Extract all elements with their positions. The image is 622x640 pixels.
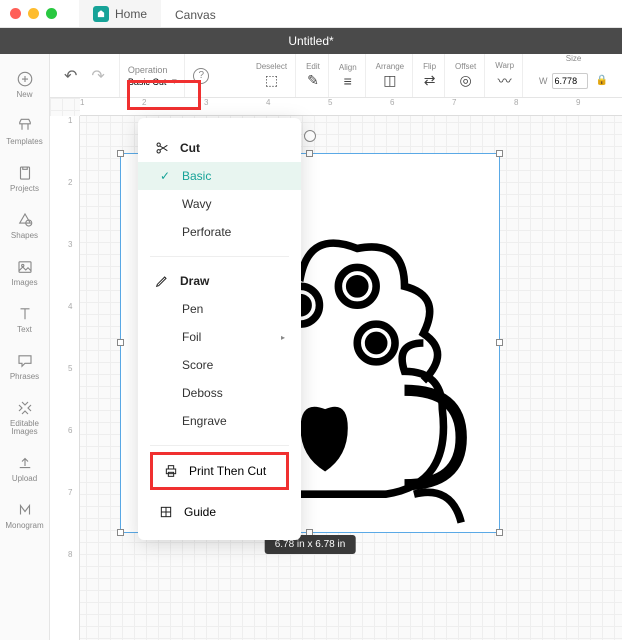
maximize-window-button[interactable]: [46, 8, 57, 19]
flip-icon: ⇄: [424, 72, 436, 89]
size-control: Size W 🔒: [525, 54, 622, 97]
resize-handle-mr[interactable]: [496, 339, 503, 346]
align-button[interactable]: Align ≡: [331, 54, 366, 97]
operation-label: Operation: [128, 65, 178, 75]
main-toolbar: ↶ ↷ Operation Basic Cut▼ ? Deselect ⬚ Ed…: [0, 54, 622, 98]
undo-button[interactable]: ↶: [64, 66, 77, 86]
arrange-button[interactable]: Arrange ◫: [368, 54, 413, 97]
size-w-label: W: [539, 76, 548, 86]
dd-item-guide[interactable]: Guide: [138, 496, 301, 528]
dd-draw-header: Draw: [138, 267, 301, 295]
resize-handle-tr[interactable]: [496, 150, 503, 157]
printer-icon: [163, 463, 179, 479]
dd-item-pen[interactable]: Pen: [138, 295, 301, 323]
sidebar-text[interactable]: Text: [0, 297, 49, 342]
tab-home-label: Home: [115, 7, 147, 21]
tab-home[interactable]: Home: [79, 0, 161, 27]
document-title-bar: Untitled*: [0, 28, 622, 54]
warp-button[interactable]: Warp 〰: [487, 54, 523, 97]
sidebar-shapes[interactable]: Shapes: [0, 203, 49, 248]
sidebar-projects[interactable]: Projects: [0, 156, 49, 201]
resize-handle-tm[interactable]: [306, 150, 313, 157]
close-window-button[interactable]: [10, 8, 21, 19]
operation-value: Basic Cut: [128, 77, 167, 87]
flip-button[interactable]: Flip ⇄: [415, 54, 445, 97]
document-title: Untitled*: [288, 34, 333, 48]
dd-item-deboss[interactable]: Deboss: [138, 379, 301, 407]
deselect-button[interactable]: Deselect ⬚: [248, 54, 296, 97]
dd-item-engrave[interactable]: Engrave: [138, 407, 301, 435]
divider: [150, 256, 289, 257]
scissors-icon: [154, 140, 170, 156]
window-titlebar: Home Canvas: [0, 0, 622, 28]
dd-item-print-then-cut[interactable]: Print Then Cut: [150, 452, 289, 490]
sidebar-templates[interactable]: Templates: [0, 109, 49, 154]
guide-icon: [158, 504, 174, 520]
minimize-window-button[interactable]: [28, 8, 39, 19]
ruler-vertical: 12345678: [50, 116, 80, 640]
dd-item-foil[interactable]: Foil▸: [138, 323, 301, 351]
sidebar-editable-images[interactable]: Editable Images: [0, 391, 49, 444]
offset-button[interactable]: Offset ◎: [447, 54, 485, 97]
pen-icon: [154, 273, 170, 289]
canvas[interactable]: 123456789 12345678 6.78 in x 6.78 in: [50, 98, 622, 640]
left-sidebar: New Templates Projects Shapes Images Tex…: [0, 54, 50, 640]
sidebar-phrases[interactable]: Phrases: [0, 344, 49, 389]
sidebar-images[interactable]: Images: [0, 250, 49, 295]
dd-item-score[interactable]: Score: [138, 351, 301, 379]
warp-icon: 〰: [498, 71, 512, 91]
sidebar-upload[interactable]: Upload: [0, 446, 49, 491]
size-width-input[interactable]: [552, 73, 588, 89]
dd-item-wavy[interactable]: Wavy: [138, 190, 301, 218]
ruler-horizontal: 123456789: [80, 98, 622, 116]
dd-cut-header: Cut: [138, 134, 301, 162]
sidebar-monogram[interactable]: Monogram: [0, 493, 49, 538]
redo-button[interactable]: ↷: [91, 66, 104, 86]
tab-canvas-label: Canvas: [175, 8, 216, 22]
rotate-handle[interactable]: [304, 130, 316, 142]
resize-handle-tl[interactable]: [117, 150, 124, 157]
resize-handle-br[interactable]: [496, 529, 503, 536]
divider: [150, 445, 289, 446]
edit-button[interactable]: Edit ✎: [298, 54, 329, 97]
resize-handle-bl[interactable]: [117, 529, 124, 536]
resize-handle-ml[interactable]: [117, 339, 124, 346]
deselect-icon: ⬚: [265, 72, 278, 89]
operation-dropdown-menu: Cut Basic Wavy Perforate Draw Pen Foil▸ …: [138, 118, 301, 540]
sidebar-new[interactable]: New: [0, 62, 49, 107]
dd-item-basic[interactable]: Basic: [138, 162, 301, 190]
tab-canvas[interactable]: Canvas: [161, 0, 230, 27]
offset-icon: ◎: [460, 72, 472, 89]
app-logo-icon: [93, 6, 109, 22]
dd-item-perforate[interactable]: Perforate: [138, 218, 301, 246]
arrange-icon: ◫: [383, 72, 396, 89]
lock-icon[interactable]: 🔒: [596, 75, 608, 86]
submenu-chevron-icon: ▸: [281, 333, 285, 342]
align-icon: ≡: [344, 73, 352, 89]
operation-dropdown[interactable]: Operation Basic Cut▼: [122, 54, 185, 97]
help-button[interactable]: ?: [193, 68, 209, 84]
edit-icon: ✎: [307, 72, 319, 89]
